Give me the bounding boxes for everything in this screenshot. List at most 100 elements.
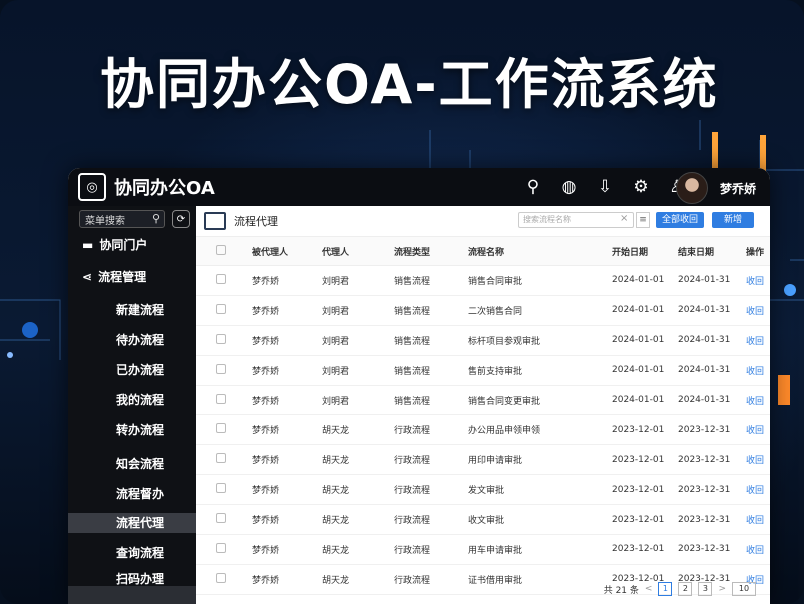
revoke-link[interactable]: 收回 (745, 474, 770, 506)
search-icon[interactable]: ⚲ (152, 212, 160, 225)
search-icon[interactable]: ⚲ (522, 176, 544, 198)
cell-type: 行政流程 (393, 474, 467, 506)
cell-end: 2024-01-31 (677, 295, 745, 326)
table-row: 梦乔娇 刘明君 销售流程 销售合同变更审批 2024-01-01 2024-01-31 收回 (196, 385, 770, 416)
cell-name: 用车申请审批 (467, 534, 611, 565)
cell-name: 用印申请审批 (467, 444, 611, 476)
row-checkbox[interactable] (196, 474, 251, 506)
cell-end: 2023-12-31 (677, 504, 745, 536)
filter-icon[interactable]: ≡ (636, 212, 650, 228)
cell-end: 2023-12-31 (677, 474, 745, 506)
row-checkbox[interactable] (196, 385, 251, 416)
sidebar-item-mine[interactable]: 我的流程 (116, 391, 164, 408)
sidebar-item-process-mgmt[interactable]: ⋖ 流程管理 (82, 268, 146, 285)
cell-name: 标杆项目参观审批 (467, 325, 611, 356)
proxy-table: 被代理人 代理人 流程类型 流程名称 开始日期 结束日期 操作 梦乔娇 刘明君 销售… (196, 237, 770, 595)
revoke-link[interactable]: 收回 (745, 265, 770, 296)
revoke-all-button[interactable]: 全部收回 (656, 212, 704, 228)
username[interactable]: 梦乔娇 (720, 180, 756, 197)
sidebar-item-todo[interactable]: 待办流程 (116, 331, 164, 348)
row-checkbox[interactable] (196, 325, 251, 356)
sidebar-item-portal[interactable]: ▬ 协同门户 (82, 236, 147, 253)
table-row: 梦乔娇 刘明君 销售流程 销售合同审批 2024-01-01 2024-01-31 收回 (196, 265, 770, 296)
sidebar-item-scan[interactable]: 扫码办理 (116, 570, 164, 587)
revoke-link[interactable]: 收回 (745, 534, 770, 565)
next-page-button[interactable]: > (718, 584, 726, 594)
globe-icon[interactable]: ◍ (558, 176, 580, 198)
select-all-checkbox[interactable] (196, 237, 251, 266)
page-size-select[interactable]: 10 (732, 582, 756, 596)
revoke-link[interactable]: 收回 (745, 444, 770, 476)
sidebar-item-notify[interactable]: 知会流程 (116, 455, 164, 472)
cell-delegator: 梦乔娇 (251, 474, 321, 506)
flow-icon: ⋖ (82, 269, 93, 284)
cell-type: 行政流程 (393, 444, 467, 476)
sidebar-item-new-process[interactable]: 新建流程 (116, 301, 164, 318)
revoke-link[interactable]: 收回 (745, 414, 770, 446)
cell-start: 2023-12-01 (611, 474, 677, 506)
gear-icon[interactable]: ⚙ (630, 176, 652, 198)
row-checkbox[interactable] (196, 265, 251, 296)
table-row: 梦乔娇 刘明君 销售流程 二次销售合同 2024-01-01 2024-01-31 收回 (196, 295, 770, 326)
revoke-link[interactable]: 收回 (745, 355, 770, 386)
banner-title: 协同办公OA-工作流系统 (100, 53, 719, 116)
cell-end: 2023-12-31 (677, 414, 745, 446)
col-end: 结束日期 (677, 237, 745, 266)
page-2[interactable]: 2 (678, 582, 693, 596)
monitor-icon: ▬ (82, 237, 94, 252)
revoke-link[interactable]: 收回 (745, 325, 770, 356)
clear-icon[interactable]: × (620, 213, 628, 224)
col-agent: 代理人 (321, 237, 393, 266)
sidebar-item-done[interactable]: 已办流程 (116, 361, 164, 378)
cell-delegator: 梦乔娇 (251, 325, 321, 356)
cell-agent: 刘明君 (321, 385, 393, 416)
page-3[interactable]: 3 (698, 582, 713, 596)
cell-start: 2023-12-01 (611, 414, 677, 446)
cell-type: 行政流程 (393, 414, 467, 446)
top-icon-group: ⚲ ◍ ⇩ ⚙ ♙ (522, 176, 688, 198)
table-row: 梦乔娇 胡天龙 行政流程 收文审批 2023-12-01 2023-12-31 收回 (196, 504, 770, 536)
download-icon[interactable]: ⇩ (594, 176, 616, 198)
cell-type: 行政流程 (393, 504, 467, 536)
row-checkbox[interactable] (196, 295, 251, 326)
cell-type: 销售流程 (393, 325, 467, 356)
row-checkbox[interactable] (196, 444, 251, 476)
cell-agent: 胡天龙 (321, 504, 393, 536)
sidebar-item-supervise[interactable]: 流程督办 (116, 485, 164, 502)
flow-search-input[interactable]: 搜索流程名称 (518, 212, 634, 228)
row-checkbox[interactable] (196, 564, 251, 595)
sidebar-item-label: 流程管理 (98, 270, 147, 284)
row-checkbox[interactable] (196, 414, 251, 446)
sidebar-item-query[interactable]: 查询流程 (116, 544, 164, 561)
cell-end: 2023-12-31 (677, 534, 745, 565)
table-row: 梦乔娇 胡天龙 行政流程 用车申请审批 2023-12-01 2023-12-31 收回 (196, 534, 770, 565)
avatar[interactable] (676, 172, 708, 204)
cell-start: 2024-01-01 (611, 385, 677, 416)
sidebar-item-transfer[interactable]: 转办流程 (116, 421, 164, 438)
sidebar-item-proxy[interactable]: 流程代理 (68, 513, 196, 533)
sidebar-collapse-bar[interactable] (68, 586, 196, 604)
cell-delegator: 梦乔娇 (251, 444, 321, 476)
row-checkbox[interactable] (196, 504, 251, 536)
page-1[interactable]: 1 (658, 582, 673, 596)
cell-start: 2023-12-01 (611, 504, 677, 536)
revoke-link[interactable]: 收回 (745, 295, 770, 326)
cell-delegator: 梦乔娇 (251, 295, 321, 326)
row-checkbox[interactable] (196, 355, 251, 386)
cell-delegator: 梦乔娇 (251, 414, 321, 446)
col-delegator: 被代理人 (251, 237, 321, 266)
revoke-link[interactable]: 收回 (745, 385, 770, 416)
revoke-link[interactable]: 收回 (745, 504, 770, 536)
cell-delegator: 梦乔娇 (251, 534, 321, 565)
cell-start: 2023-12-01 (611, 534, 677, 565)
prev-page-button[interactable]: < (645, 584, 653, 594)
page-title: 流程代理 (234, 215, 278, 228)
cell-agent: 胡天龙 (321, 534, 393, 565)
menu-search-input[interactable]: 菜单搜索 ⚲ (79, 210, 165, 228)
total-count: 共 21 条 (603, 585, 639, 596)
add-button[interactable]: 新增 (712, 212, 754, 228)
row-checkbox[interactable] (196, 534, 251, 565)
cell-start: 2024-01-01 (611, 265, 677, 296)
cell-delegator: 梦乔娇 (251, 564, 321, 595)
refresh-icon[interactable]: ⟳ (172, 210, 190, 228)
